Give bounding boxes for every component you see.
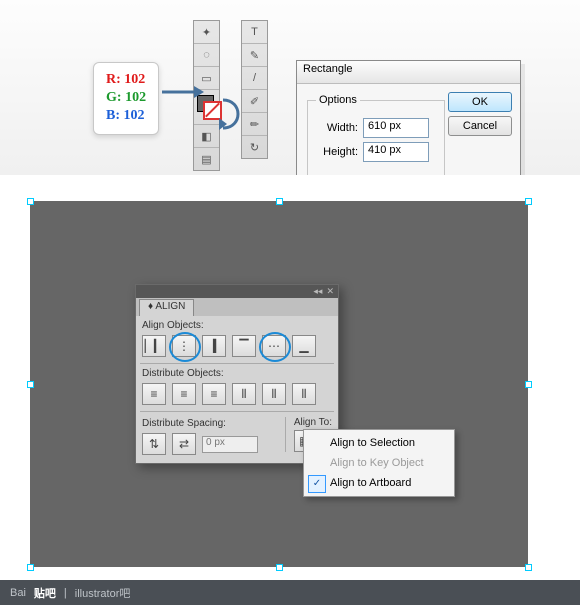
dist-bottom-button[interactable]: ≡ xyxy=(202,383,226,405)
rgb-b-value: 102 xyxy=(124,108,145,123)
dist-spacing-h-button[interactable]: ⇄ xyxy=(172,433,196,455)
footer-sep: | xyxy=(64,587,67,599)
menu-align-to-selection[interactable]: Align to Selection xyxy=(304,433,454,453)
tool-magic-wand[interactable]: ✦ xyxy=(194,21,219,44)
selection-handle-tm[interactable] xyxy=(276,198,283,205)
align-left-button[interactable]: ▏▎ xyxy=(142,335,166,357)
rgb-r-label: R: xyxy=(106,72,121,87)
top-illustration-area: ✦ ◌ ▭ ◧ ▤ T ✎ / ✐ ✏ ↻ R: 102 G: 102 B: 1… xyxy=(0,0,580,175)
align-vcenter-button[interactable]: ⋯ xyxy=(262,335,286,357)
cancel-button[interactable]: Cancel xyxy=(448,116,512,136)
selection-handle-bl[interactable] xyxy=(27,564,34,571)
footer-brand1: Bai xyxy=(10,587,26,599)
panel-tabs: ♦ ALIGN xyxy=(136,298,338,316)
ok-button[interactable]: OK xyxy=(448,92,512,112)
selection-handle-tr[interactable] xyxy=(525,198,532,205)
check-icon: ✓ xyxy=(308,475,326,493)
align-top-button[interactable]: ▔ xyxy=(232,335,256,357)
rectangle-dialog: Rectangle Options Width: 610 px Height: … xyxy=(296,60,521,192)
align-objects-label: Align Objects: xyxy=(136,316,338,333)
height-label: Height: xyxy=(316,146,358,158)
dist-right-button[interactable]: ⫴ xyxy=(292,383,316,405)
width-label: Width: xyxy=(316,122,358,134)
tool-rotate[interactable]: ↻ xyxy=(242,136,267,158)
selection-handle-tl[interactable] xyxy=(27,198,34,205)
panel-header[interactable]: ◂◂ ✕ xyxy=(136,285,338,298)
rgb-g-value: 102 xyxy=(125,90,146,105)
align-to-menu: Align to Selection Align to Key Object ✓… xyxy=(303,429,455,497)
spacing-input[interactable]: 0 px xyxy=(202,436,258,453)
dist-left-button[interactable]: ⫴ xyxy=(232,383,256,405)
footer-watermark: Bai 贴吧 | illustrator吧 xyxy=(0,580,580,605)
distribute-objects-label: Distribute Objects: xyxy=(136,364,338,381)
dist-spacing-v-button[interactable]: ⇅ xyxy=(142,433,166,455)
tab-align[interactable]: ♦ ALIGN xyxy=(139,299,194,316)
selection-handle-mr[interactable] xyxy=(525,381,532,388)
tool-screen-mode[interactable]: ▤ xyxy=(194,148,219,170)
distribute-spacing-label: Distribute Spacing: xyxy=(142,414,275,431)
panel-close-icon[interactable]: ✕ xyxy=(326,286,334,297)
menu-align-to-key-object: Align to Key Object xyxy=(304,453,454,473)
rgb-r-value: 102 xyxy=(124,72,145,87)
options-fieldset: Options Width: 610 px Height: 410 px xyxy=(307,94,445,177)
align-right-button[interactable]: ▕▎ xyxy=(202,335,226,357)
options-legend: Options xyxy=(316,94,360,106)
menu-align-to-artboard[interactable]: ✓ Align to Artboard xyxy=(304,473,454,493)
tool-lasso[interactable]: ◌ xyxy=(194,44,219,67)
dist-hcenter-button[interactable]: ⫴ xyxy=(262,383,286,405)
loop-arrow-icon xyxy=(219,96,249,139)
tool-type[interactable]: T xyxy=(242,21,267,44)
selection-handle-bm[interactable] xyxy=(276,564,283,571)
tool-color-mode[interactable]: ◧ xyxy=(194,125,219,148)
selection-handle-ml[interactable] xyxy=(27,381,34,388)
rgb-readout: R: 102 G: 102 B: 102 xyxy=(93,62,159,135)
rgb-g-label: G: xyxy=(106,90,122,105)
align-bottom-button[interactable]: ▁ xyxy=(292,335,316,357)
tool-pen[interactable]: ✎ xyxy=(242,44,267,67)
dialog-title: Rectangle xyxy=(303,63,353,75)
panel-collapse-icon[interactable]: ◂◂ xyxy=(313,286,322,297)
width-input[interactable]: 610 px xyxy=(363,118,429,138)
selection-handle-br[interactable] xyxy=(525,564,532,571)
rgb-b-label: B: xyxy=(106,108,120,123)
height-input[interactable]: 410 px xyxy=(363,142,429,162)
tool-line[interactable]: / xyxy=(242,67,267,90)
dist-vcenter-button[interactable]: ≡ xyxy=(172,383,196,405)
align-hcenter-button[interactable]: ⋮ xyxy=(172,335,196,357)
footer-brand2: 贴吧 xyxy=(34,585,56,601)
dialog-titlebar[interactable]: Rectangle xyxy=(297,61,520,84)
dist-top-button[interactable]: ≡ xyxy=(142,383,166,405)
footer-board: illustrator吧 xyxy=(75,585,131,601)
pointer-arrow-icon xyxy=(162,82,202,102)
